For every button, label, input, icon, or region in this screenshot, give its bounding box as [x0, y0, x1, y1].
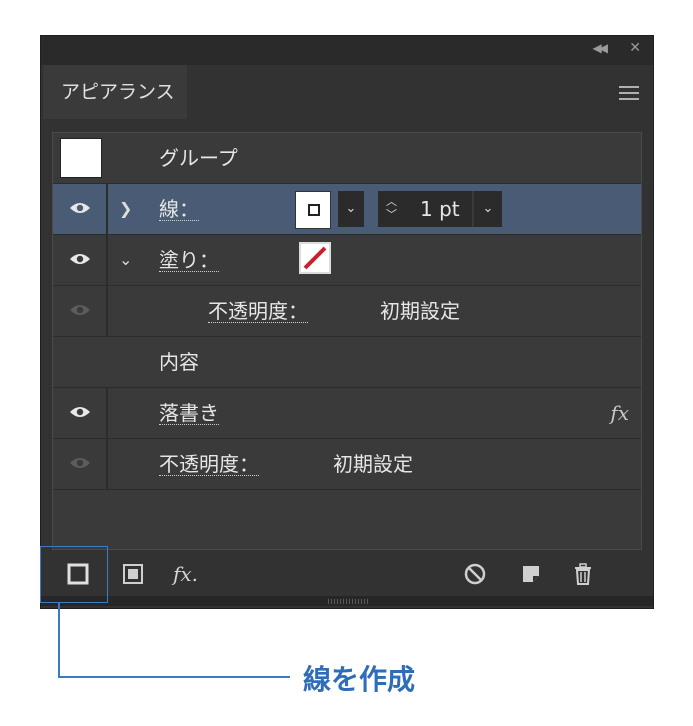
row-scribble[interactable]: 落書き fx — [53, 388, 641, 439]
tab-row: アピアランス — [41, 65, 653, 119]
row-contents[interactable]: 内容 — [53, 337, 641, 388]
row-group[interactable]: グループ — [53, 133, 641, 184]
fill-label[interactable]: 塗り： — [159, 249, 219, 272]
collapse-fill-chevron-icon[interactable]: ⌄ — [119, 235, 132, 285]
clear-appearance-icon[interactable] — [463, 562, 487, 586]
fill-opacity-value: 初期設定 — [380, 299, 460, 323]
panel-menu-icon[interactable] — [619, 86, 639, 100]
fill-label-wrap: 塗り： — [159, 235, 219, 285]
effect-fx-icon[interactable]: fx — [610, 388, 629, 438]
callout-line — [58, 603, 60, 677]
row-opacity[interactable]: 不透明度： 初期設定 — [53, 439, 641, 490]
group-label: グループ — [159, 146, 238, 170]
add-new-effect-icon[interactable]: fx. — [173, 562, 213, 586]
stroke-weight-value[interactable]: 1 pt — [420, 191, 460, 227]
opacity-label-wrap: 不透明度： — [159, 439, 259, 489]
collapse-panel-icon[interactable]: ◀◀ — [593, 41, 609, 55]
add-new-fill-icon[interactable] — [121, 562, 145, 586]
stroke-color-dropdown[interactable]: ⌄ — [338, 191, 364, 227]
callout-label: 線を作成 — [303, 663, 416, 696]
scribble-label-wrap: 落書き — [159, 388, 219, 438]
contents-label: 内容 — [159, 350, 199, 374]
stroke-label[interactable]: 線： — [159, 198, 199, 221]
visibility-eye-icon[interactable] — [69, 201, 91, 215]
appearance-panel: ◀◀ ✕ アピアランス グループ ❯ 線： ⌄ ︿ ﹀ 1 pt ⌄ ⌄ 塗り：… — [40, 35, 654, 609]
opacity-value: 初期設定 — [333, 452, 413, 476]
fill-none-swatch[interactable] — [299, 242, 331, 274]
visibility-eye-icon[interactable] — [69, 405, 91, 419]
stroke-weight-stepper[interactable]: ︿ ﹀ 1 pt ⌄ — [378, 191, 502, 227]
stroke-color-swatch[interactable] — [295, 191, 331, 229]
scribble-label[interactable]: 落書き — [159, 402, 219, 425]
stroke-label-wrap: 線： — [159, 184, 199, 234]
row-stroke[interactable]: ❯ 線： ⌄ ︿ ﹀ 1 pt ⌄ — [53, 184, 641, 235]
appearance-list: グループ ❯ 線： ⌄ ︿ ﹀ 1 pt ⌄ ⌄ 塗り： 不透明度： 初期設定 … — [52, 132, 642, 550]
tab-appearance[interactable]: アピアランス — [43, 65, 187, 119]
fill-opacity-label-wrap: 不透明度： — [208, 286, 308, 336]
panel-titlebar: ◀◀ ✕ — [41, 36, 653, 65]
stroke-weight-dropdown[interactable]: ⌄ — [472, 191, 502, 227]
visibility-eye-dim-icon[interactable] — [69, 456, 91, 470]
stepper-arrows-icon[interactable]: ︿ ﹀ — [386, 195, 397, 221]
visibility-eye-dim-icon[interactable] — [69, 303, 91, 317]
fill-opacity-label[interactable]: 不透明度： — [208, 300, 308, 323]
bottom-toolbar: fx. — [41, 554, 653, 594]
none-slash-icon — [303, 246, 327, 270]
callout-highlight-box — [40, 546, 108, 603]
trash-icon[interactable] — [571, 562, 595, 586]
visibility-eye-icon[interactable] — [69, 252, 91, 266]
close-panel-icon[interactable]: ✕ — [629, 40, 641, 56]
tab-appearance-label: アピアランス — [61, 81, 175, 103]
row-fill[interactable]: ⌄ 塗り： — [53, 235, 641, 286]
expand-stroke-chevron-icon[interactable]: ❯ — [119, 184, 132, 234]
row-fill-opacity[interactable]: 不透明度： 初期設定 — [53, 286, 641, 337]
opacity-label[interactable]: 不透明度： — [159, 453, 259, 476]
group-thumbnail — [60, 138, 102, 178]
callout-line — [58, 676, 290, 678]
duplicate-item-icon[interactable] — [519, 562, 543, 586]
resize-grip[interactable] — [41, 596, 653, 606]
